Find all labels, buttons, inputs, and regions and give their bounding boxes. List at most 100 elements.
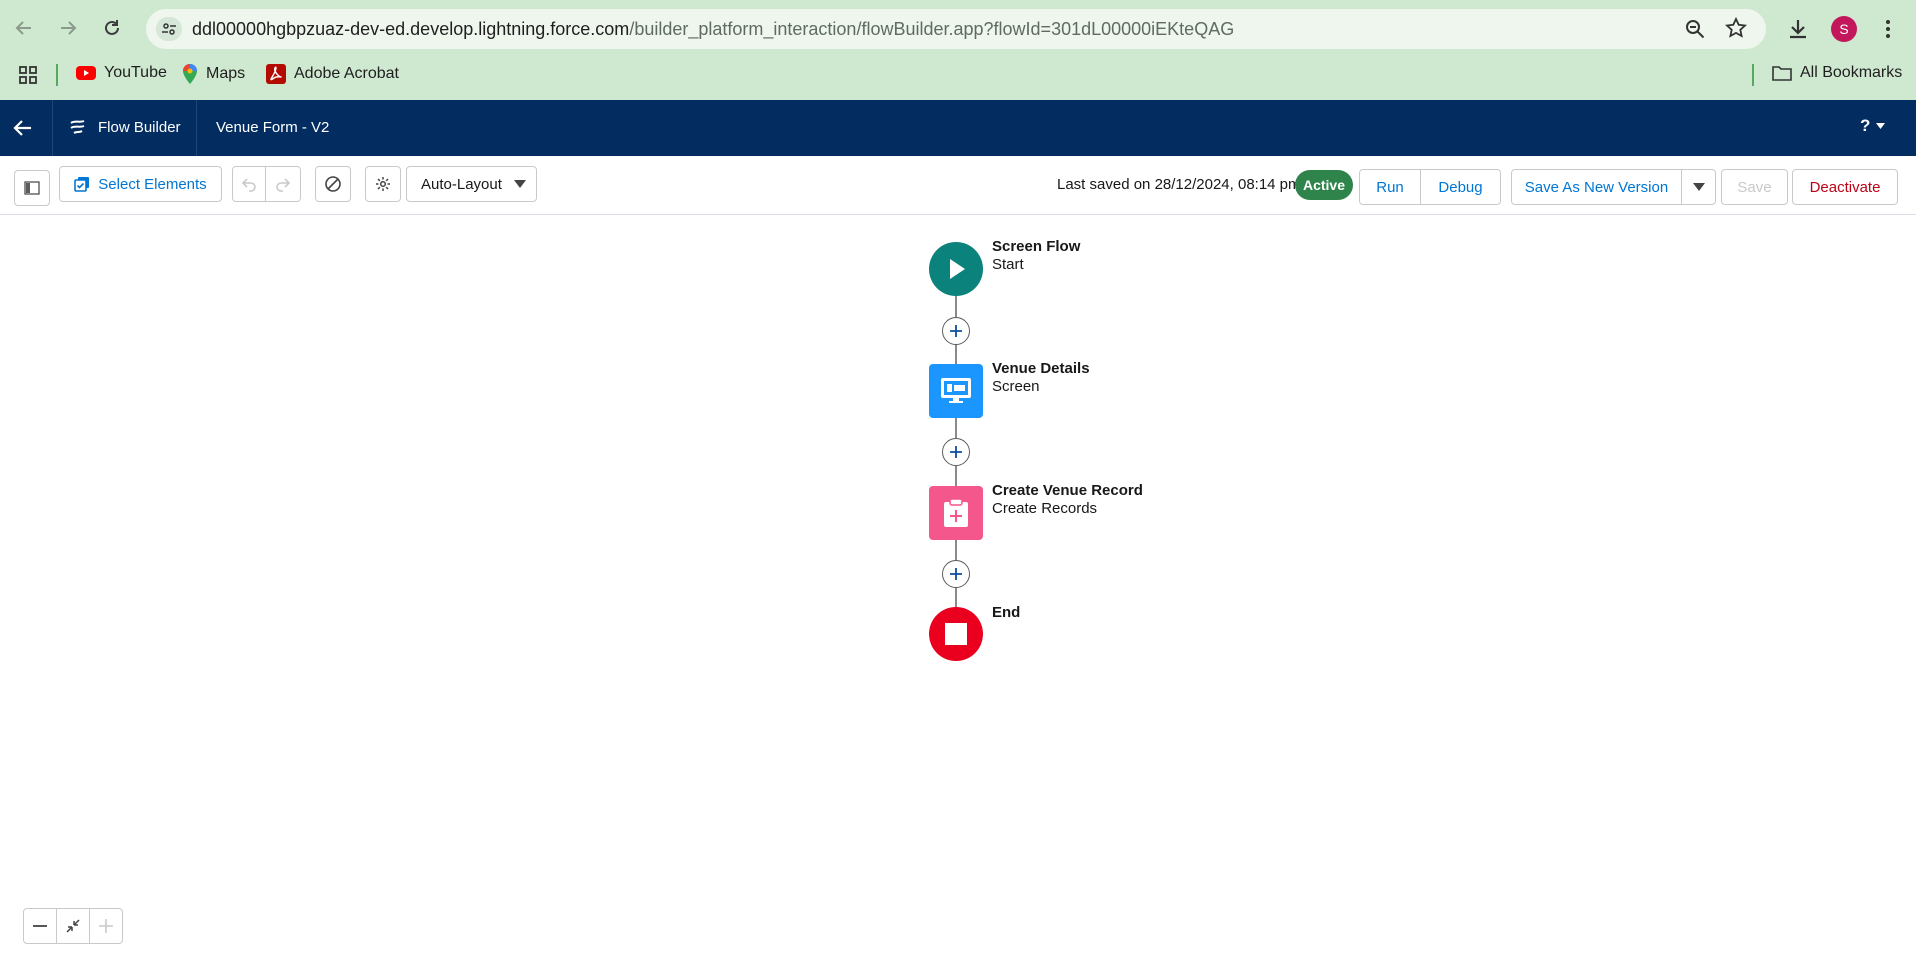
node-title: Venue Details bbox=[992, 360, 1090, 377]
gear-icon bbox=[376, 177, 390, 191]
debug-button[interactable]: Debug bbox=[1420, 169, 1501, 205]
stop-icon bbox=[945, 623, 967, 645]
screen-node-label[interactable]: Venue Details Screen bbox=[992, 360, 1090, 396]
minus-icon bbox=[33, 925, 47, 927]
select-elements-icon bbox=[74, 177, 90, 192]
run-button[interactable]: Run bbox=[1359, 169, 1421, 205]
header-divider bbox=[52, 100, 53, 156]
browser-chrome: ddl00000hgbpzuaz-dev-ed.develop.lightnin… bbox=[0, 0, 1916, 100]
node-subtitle: Start bbox=[992, 256, 1024, 273]
all-bookmarks[interactable]: All Bookmarks bbox=[1772, 64, 1902, 82]
panel-toggle-icon bbox=[24, 181, 40, 195]
bookmark-label: Adobe Acrobat bbox=[294, 65, 399, 82]
end-node[interactable] bbox=[929, 607, 983, 661]
all-bookmarks-label: All Bookmarks bbox=[1800, 64, 1903, 81]
zoom-icon[interactable] bbox=[1684, 18, 1706, 45]
node-subtitle: Create Records bbox=[992, 500, 1098, 517]
settings-button[interactable] bbox=[365, 166, 401, 202]
site-info-icon[interactable] bbox=[156, 17, 182, 41]
redo-button[interactable] bbox=[265, 166, 301, 202]
errors-warnings-button[interactable] bbox=[315, 166, 351, 202]
bookmark-youtube[interactable]: YouTube bbox=[76, 64, 167, 82]
adobe-acrobat-icon bbox=[266, 64, 286, 84]
screen-node[interactable] bbox=[929, 364, 983, 418]
back-nav-icon[interactable] bbox=[8, 12, 40, 44]
forward-nav-icon[interactable] bbox=[52, 12, 84, 44]
reload-icon[interactable] bbox=[96, 12, 128, 44]
screen-icon bbox=[941, 378, 971, 403]
select-elements-label: Select Elements bbox=[98, 175, 207, 193]
add-element-button[interactable] bbox=[942, 560, 970, 588]
bookmark-divider bbox=[56, 64, 58, 86]
create-records-node-label[interactable]: Create Venue Record Create Records bbox=[992, 482, 1143, 518]
toggle-panel-button[interactable] bbox=[14, 170, 50, 206]
ban-icon bbox=[325, 176, 341, 192]
add-element-button[interactable] bbox=[942, 438, 970, 466]
app-name: Flow Builder bbox=[98, 119, 181, 136]
plus-icon bbox=[99, 919, 113, 933]
connector-line bbox=[955, 344, 957, 364]
chevron-down-icon bbox=[1876, 123, 1886, 129]
download-icon[interactable] bbox=[1786, 17, 1810, 46]
bookmark-adobe-acrobat[interactable]: Adobe Acrobat bbox=[266, 64, 399, 84]
last-saved-text: Last saved on 28/12/2024, 08:14 pm bbox=[1057, 176, 1301, 193]
url-text: ddl00000hgbpzuaz-dev-ed.develop.lightnin… bbox=[192, 19, 1234, 40]
maps-icon bbox=[183, 64, 197, 84]
bookmark-label: YouTube bbox=[104, 64, 167, 81]
select-elements-button[interactable]: Select Elements bbox=[59, 166, 222, 202]
url-host: ddl00000hgbpzuaz-dev-ed.develop.lightnin… bbox=[192, 19, 630, 39]
chevron-down-icon bbox=[514, 180, 526, 188]
start-node-label[interactable]: Screen Flow Start bbox=[992, 238, 1080, 274]
undo-button[interactable] bbox=[232, 166, 266, 202]
layout-mode-dropdown[interactable]: Auto-Layout bbox=[406, 166, 537, 202]
apps-grid-icon[interactable] bbox=[18, 65, 38, 90]
chevron-down-icon bbox=[1692, 183, 1705, 191]
help-icon: ? bbox=[1860, 116, 1871, 135]
node-title: Create Venue Record bbox=[992, 482, 1143, 499]
connector-line bbox=[955, 540, 957, 562]
play-icon bbox=[950, 259, 965, 279]
flow-builder-header: Flow Builder Venue Form - V2 ? bbox=[0, 100, 1916, 156]
browser-menu-icon[interactable] bbox=[1882, 17, 1894, 46]
profile-initial: S bbox=[1839, 21, 1849, 37]
undo-icon bbox=[241, 178, 256, 192]
bookmark-star-icon[interactable] bbox=[1724, 16, 1748, 44]
folder-icon bbox=[1772, 66, 1792, 81]
plus-icon bbox=[950, 446, 962, 458]
help-menu-button[interactable]: ? bbox=[1860, 116, 1886, 136]
connector-line bbox=[955, 296, 957, 318]
start-node[interactable] bbox=[929, 242, 983, 296]
contract-icon bbox=[66, 919, 80, 933]
flow-builder-logo-icon bbox=[68, 118, 88, 143]
connector-line bbox=[955, 418, 957, 440]
end-node-label[interactable]: End bbox=[992, 604, 1020, 622]
youtube-icon bbox=[76, 66, 96, 80]
zoom-in-button[interactable] bbox=[89, 908, 123, 944]
node-title: End bbox=[992, 604, 1021, 621]
plus-icon bbox=[950, 325, 962, 337]
status-badge: Active bbox=[1295, 170, 1353, 200]
bookmark-label: Maps bbox=[206, 65, 246, 82]
back-arrow-icon[interactable] bbox=[12, 117, 34, 144]
save-options-dropdown[interactable] bbox=[1681, 169, 1716, 205]
profile-avatar[interactable]: S bbox=[1831, 16, 1857, 42]
zoom-out-button[interactable] bbox=[23, 908, 57, 944]
url-path: /builder_platform_interaction/flowBuilde… bbox=[629, 19, 1235, 39]
create-records-node[interactable] bbox=[929, 486, 983, 540]
layout-mode-value: Auto-Layout bbox=[421, 175, 502, 193]
plus-icon bbox=[950, 568, 962, 580]
fit-to-view-button[interactable] bbox=[56, 908, 90, 944]
redo-icon bbox=[276, 178, 291, 192]
node-subtitle: Screen bbox=[992, 378, 1040, 395]
address-bar[interactable]: ddl00000hgbpzuaz-dev-ed.develop.lightnin… bbox=[146, 9, 1766, 49]
connector-line bbox=[955, 466, 957, 486]
save-button[interactable]: Save bbox=[1721, 169, 1788, 205]
bookmark-maps[interactable]: Maps bbox=[182, 64, 245, 84]
connector-line bbox=[955, 588, 957, 608]
header-divider bbox=[196, 100, 197, 156]
deactivate-button[interactable]: Deactivate bbox=[1792, 169, 1898, 205]
save-as-new-version-button[interactable]: Save As New Version bbox=[1511, 169, 1682, 205]
create-record-icon bbox=[944, 498, 968, 527]
add-element-button[interactable] bbox=[942, 317, 970, 345]
bookmark-divider bbox=[1752, 64, 1754, 86]
